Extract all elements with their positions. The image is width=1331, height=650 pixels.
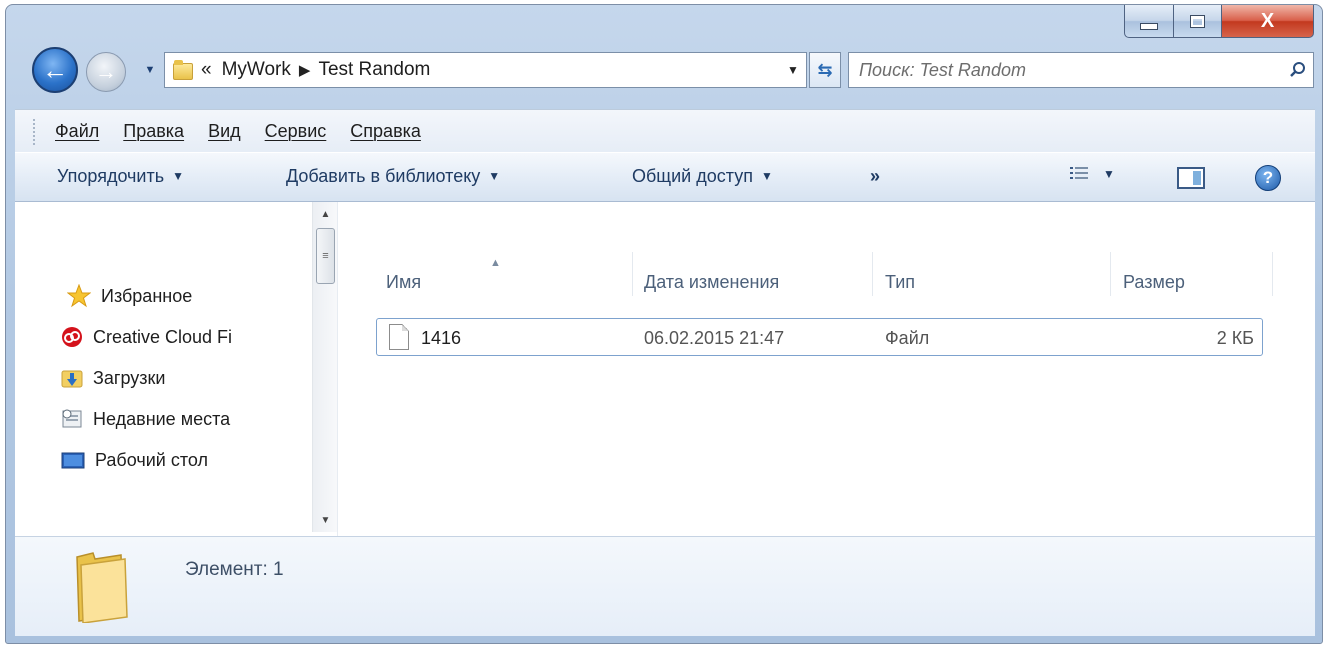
- nav-favorites[interactable]: Избранное: [67, 284, 192, 308]
- breadcrumb-overflow[interactable]: «: [201, 59, 212, 81]
- menu-edit[interactable]: Правка: [123, 121, 184, 142]
- folder-icon: [173, 60, 193, 80]
- organize-button[interactable]: Упорядочить ▼: [57, 166, 184, 187]
- column-header-type[interactable]: Тип: [885, 272, 915, 293]
- close-button[interactable]: X: [1222, 5, 1314, 38]
- minimize-icon: [1140, 22, 1158, 30]
- column-divider[interactable]: [872, 252, 873, 296]
- chevron-down-icon: ▼: [172, 169, 185, 183]
- maximize-button[interactable]: [1174, 5, 1222, 38]
- menu-file[interactable]: Файл: [55, 121, 99, 142]
- navigation-pane: Избранное Creative Cloud Fi Загрузки Нед…: [15, 202, 338, 536]
- chevron-down-icon: ▼: [760, 169, 773, 183]
- file-date: 06.02.2015 21:47: [644, 328, 785, 348]
- star-icon: [67, 284, 91, 308]
- search-input[interactable]: [857, 58, 1283, 82]
- close-icon: X: [1260, 9, 1275, 32]
- details-pane: Элемент: 1: [15, 536, 1315, 636]
- scroll-down-icon[interactable]: ▼: [313, 508, 338, 532]
- breadcrumb-separator-icon[interactable]: ▶: [299, 61, 311, 79]
- menu-help[interactable]: Справка: [350, 121, 421, 142]
- menu-tools[interactable]: Сервис: [265, 121, 327, 142]
- file-icon: [389, 324, 409, 350]
- help-icon: ?: [1262, 168, 1274, 187]
- nav-item-desktop[interactable]: Рабочий стол: [61, 450, 208, 471]
- add-to-library-button[interactable]: Добавить в библиотеку ▼: [286, 166, 500, 187]
- details-view-icon: [1070, 167, 1088, 179]
- address-dropdown-icon[interactable]: ▼: [780, 63, 806, 77]
- more-commands-icon: »: [870, 166, 881, 186]
- help-button[interactable]: ?: [1255, 165, 1281, 191]
- refresh-icon: ⇆: [817, 59, 833, 80]
- caption-buttons: X: [1124, 5, 1314, 40]
- search-icon[interactable]: [1283, 61, 1313, 79]
- file-name: 1416: [421, 328, 462, 348]
- chevron-down-icon: ▼: [1103, 167, 1115, 181]
- maximize-icon: [1190, 14, 1205, 28]
- command-bar: Упорядочить ▼ Добавить в библиотеку ▼ Общи…: [15, 152, 1315, 202]
- file-type: Файл: [885, 328, 930, 348]
- nav-item-label: Недавние места: [93, 408, 231, 429]
- scrollbar-thumb[interactable]: ≡: [316, 228, 335, 284]
- column-divider[interactable]: [1110, 252, 1111, 296]
- refresh-button[interactable]: ⇆: [809, 52, 841, 88]
- search-box[interactable]: [848, 52, 1314, 88]
- change-view-button[interactable]: ▼: [1069, 165, 1115, 183]
- back-arrow-icon: ←: [42, 54, 68, 85]
- nav-item-creative-cloud[interactable]: Creative Cloud Fi: [61, 326, 232, 348]
- downloads-folder-icon: [61, 370, 83, 388]
- add-to-library-label: Добавить в библиотеку: [286, 166, 481, 186]
- nav-item-downloads[interactable]: Загрузки: [61, 367, 165, 389]
- forward-button[interactable]: →: [86, 52, 126, 92]
- back-button[interactable]: ←: [32, 47, 78, 93]
- column-header-size[interactable]: Размер: [1123, 272, 1185, 293]
- nav-item-recent-places[interactable]: Недавние места: [61, 408, 230, 430]
- nav-item-label: Creative Cloud Fi: [93, 326, 233, 347]
- nav-pane-scrollbar[interactable]: ▲ ≡ ▼: [312, 202, 338, 532]
- chevron-down-icon: ▼: [144, 64, 156, 76]
- column-divider[interactable]: [1272, 252, 1273, 296]
- content-area: Избранное Creative Cloud Fi Загрузки Нед…: [15, 202, 1315, 536]
- breadcrumb-test-random[interactable]: Test Random: [318, 59, 430, 81]
- desktop-icon: [61, 452, 85, 468]
- menu-view[interactable]: Вид: [208, 121, 241, 142]
- menubar-grip: [33, 119, 38, 145]
- folder-icon: [76, 552, 128, 623]
- file-size: 2 КБ: [1216, 328, 1254, 348]
- organize-label: Упорядочить: [57, 166, 165, 186]
- explorer-window: X ← → ▼ « MyWork ▶ Test Random ▼ ⇆ Поиск…: [5, 4, 1323, 644]
- column-divider[interactable]: [632, 252, 633, 296]
- forward-arrow-icon: →: [95, 59, 117, 84]
- share-label: Общий доступ: [632, 166, 753, 186]
- address-bar[interactable]: « MyWork ▶ Test Random ▼: [164, 52, 807, 88]
- nav-item-label: Загрузки: [93, 367, 166, 388]
- creative-cloud-icon: [62, 327, 82, 347]
- share-button[interactable]: Общий доступ ▼: [632, 166, 773, 187]
- item-count: Элемент: 1: [185, 559, 284, 580]
- pane-splitter[interactable]: [337, 202, 348, 536]
- column-header-name[interactable]: Имя: [386, 272, 421, 293]
- chevron-down-icon: ▼: [488, 169, 501, 183]
- scroll-up-icon[interactable]: ▲: [313, 202, 338, 226]
- more-commands-button[interactable]: »: [870, 166, 880, 187]
- breadcrumb-mywork[interactable]: MyWork: [222, 59, 291, 81]
- file-list: ▲ Имя Дата изменения Тип Размер 1416 06.…: [348, 202, 1315, 536]
- minimize-button[interactable]: [1124, 5, 1174, 38]
- navigation-bar: ← → ▼ « MyWork ▶ Test Random ▼ ⇆: [6, 41, 1322, 101]
- sort-ascending-icon: ▲: [490, 257, 501, 269]
- table-row[interactable]: 1416 06.02.2015 21:47 Файл 2 КБ: [376, 318, 1263, 356]
- column-header-date[interactable]: Дата изменения: [644, 272, 779, 293]
- recent-pages-button[interactable]: ▼: [143, 63, 157, 77]
- nav-favorites-label: Избранное: [101, 285, 193, 306]
- nav-item-label: Рабочий стол: [95, 450, 208, 470]
- menu-bar: Файл Правка Вид Сервис Справка: [15, 109, 1315, 152]
- preview-pane-button[interactable]: [1177, 167, 1205, 189]
- recent-places-icon: [62, 409, 82, 428]
